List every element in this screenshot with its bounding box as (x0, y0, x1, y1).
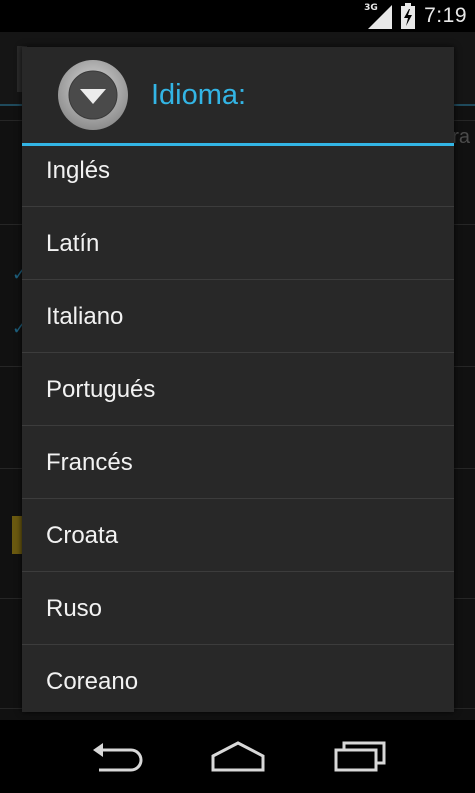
language-option-label: Francés (46, 449, 133, 476)
recents-button[interactable] (325, 736, 395, 776)
signal-icon (368, 5, 393, 29)
status-icons: 3G 7:19 (364, 0, 467, 32)
language-option-label: Ruso (46, 595, 103, 622)
home-icon (211, 741, 265, 772)
dialog-title: Idioma: (151, 79, 247, 111)
language-option-italiano[interactable]: Italiano (22, 280, 454, 353)
status-clock: 7:19 (424, 4, 467, 27)
language-option-label: Inglés (46, 157, 111, 184)
language-option-label: Coreano (46, 668, 139, 695)
language-option-ruso[interactable]: Ruso (22, 572, 454, 645)
navigation-bar (0, 720, 475, 793)
language-option-coreano[interactable]: Coreano (22, 645, 454, 712)
back-icon (93, 743, 143, 772)
background-thumbnail (12, 516, 22, 554)
language-option-ingles[interactable]: Inglés (22, 146, 454, 207)
language-list: Inglés Latín Italiano Portugués Francés … (22, 146, 454, 712)
language-option-label: Portugués (46, 376, 156, 403)
signal-indicator: 3G (364, 3, 393, 29)
home-button[interactable] (203, 736, 273, 776)
recents-icon (334, 741, 386, 772)
language-option-latin[interactable]: Latín (22, 207, 454, 280)
battery-icon (401, 3, 416, 29)
background-tab-label: ra (452, 126, 470, 148)
language-option-label: Croata (46, 522, 119, 549)
language-dialog: Idioma: Inglés Latín Italiano Portugués … (22, 47, 454, 712)
language-option-portugues[interactable]: Portugués (22, 353, 454, 426)
language-option-label: Italiano (46, 303, 124, 330)
dropdown-circle-icon (58, 60, 128, 130)
dialog-header: Idioma: (22, 47, 454, 143)
status-bar: 3G 7:19 (0, 0, 475, 32)
back-button[interactable] (83, 736, 153, 776)
screen: 3G 7:19 ra ✓ ✓ Idioma: Inglés Latín Ital… (0, 0, 475, 793)
language-option-croata[interactable]: Croata (22, 499, 454, 572)
language-option-label: Latín (46, 230, 100, 257)
language-option-frances[interactable]: Francés (22, 426, 454, 499)
